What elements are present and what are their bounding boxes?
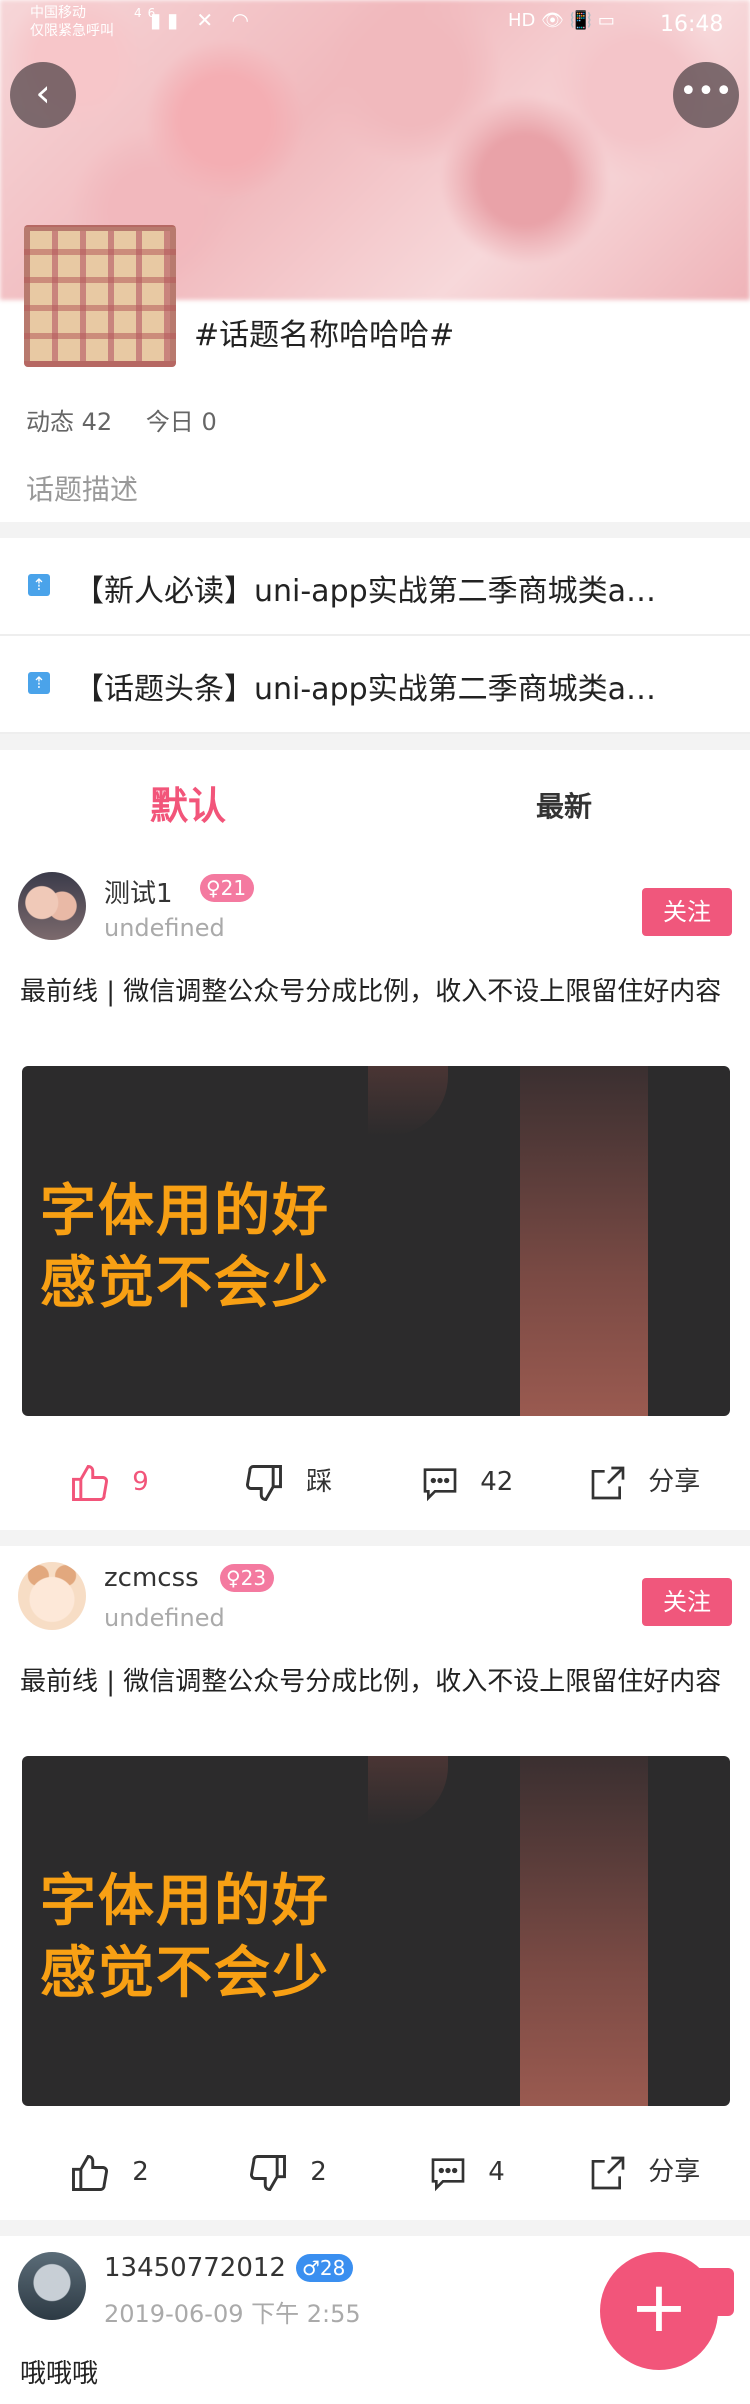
create-post-button[interactable]: +: [600, 2252, 718, 2370]
dislike-button[interactable]: 踩: [242, 1452, 332, 1512]
post-text[interactable]: 最前线 | 微信调整公众号分成比例，收入不设上限留住好内容: [20, 1658, 730, 1707]
avatar[interactable]: [18, 2252, 86, 2320]
thumbs-up-icon: [72, 1464, 108, 1501]
back-button[interactable]: ‹: [10, 62, 76, 128]
follow-button[interactable]: 关注: [642, 888, 732, 936]
post-image[interactable]: 字体用的好 感觉不会少: [22, 1066, 730, 1416]
comment-count: 4: [488, 2157, 505, 2187]
post-timestamp: 2019-06-09 下午 2:55: [104, 2300, 361, 2328]
post-subtitle: undefined: [104, 1604, 225, 1632]
gender-age-badge: ♂28: [296, 2254, 354, 2282]
image-decoration: [368, 1756, 448, 1826]
carrier-name: 中国移动: [30, 5, 86, 21]
gender-age-badge: ♀21: [200, 874, 255, 902]
divider: [0, 734, 750, 750]
thumbs-up-icon: [72, 2154, 108, 2191]
more-icon: •••: [679, 74, 733, 109]
notice-text: 【新人必读】uni-app实战第二季商城类a…: [74, 574, 657, 609]
image-caption-line: 感觉不会少: [40, 1251, 330, 1316]
topic-cover-image: [24, 225, 176, 367]
dislike-button[interactable]: 2: [246, 2142, 327, 2202]
post-subtitle: undefined: [104, 914, 225, 942]
share-button[interactable]: 分享: [588, 2142, 700, 2202]
share-label: 分享: [648, 1467, 701, 1497]
pin-icon: ⇡: [28, 574, 50, 596]
carrier-label: 中国移动 仅限紧急呼叫: [30, 4, 114, 40]
notice-item[interactable]: ⇡ 【新人必读】uni-app实战第二季商城类a…: [0, 538, 750, 636]
image-decoration: [368, 1066, 448, 1136]
thumbs-down-icon: [250, 2154, 286, 2191]
post-actions: 2 2 4 分享: [0, 2142, 750, 2202]
notice-item[interactable]: ⇡ 【话题头条】uni-app实战第二季商城类a…: [0, 636, 750, 734]
comment-icon: [431, 2157, 465, 2191]
status-right-icons: HD 👁 📳 ▭: [508, 10, 615, 31]
thumbs-down-icon: [246, 1464, 282, 1501]
image-decoration: [520, 1066, 648, 1416]
notice-text: 【话题头条】uni-app实战第二季商城类a…: [74, 672, 657, 707]
topic-title: #话题名称哈哈哈#: [194, 318, 455, 353]
pin-icon: ⇡: [28, 672, 50, 694]
dynamics-count: 动态 42: [26, 408, 113, 436]
avatar[interactable]: [18, 872, 86, 940]
share-label: 分享: [648, 2157, 701, 2187]
share-icon: [591, 2156, 625, 2189]
like-count: 9: [132, 1467, 149, 1497]
post-username[interactable]: 13450772012: [104, 2253, 286, 2283]
today-count: 今日 0: [145, 408, 217, 436]
image-caption-line: 感觉不会少: [40, 1941, 330, 2006]
dislike-count: 2: [310, 2157, 327, 2187]
post-actions: 9 踩 42 分享: [0, 1452, 750, 1512]
avatar[interactable]: [18, 1562, 86, 1630]
image-caption-line: 字体用的好: [40, 1179, 330, 1244]
divider: [0, 1530, 750, 1546]
divider: [0, 2220, 750, 2236]
share-button[interactable]: 分享: [588, 1452, 700, 1512]
like-count: 2: [132, 2157, 149, 2187]
topic-description: 话题描述: [26, 473, 139, 506]
follow-button[interactable]: 关注: [642, 1578, 732, 1626]
comment-icon: [423, 1467, 457, 1501]
dislike-label: 踩: [306, 1467, 333, 1497]
post-username[interactable]: zcmcss: [104, 1563, 199, 1593]
like-button[interactable]: 2: [68, 2142, 149, 2202]
divider: [0, 522, 750, 538]
signal-icon: ▮▮ ✕ ◠: [150, 8, 255, 32]
chevron-left-icon: ‹: [35, 71, 51, 115]
topic-stats: 动态 42 今日 0: [26, 402, 243, 437]
post-username[interactable]: 测试1: [104, 873, 173, 910]
comment-count: 42: [480, 1467, 514, 1497]
post-image[interactable]: 字体用的好 感觉不会少: [22, 1756, 730, 2106]
more-button[interactable]: •••: [673, 62, 739, 128]
image-caption-line: 字体用的好: [40, 1869, 330, 1934]
carrier-status: 仅限紧急呼叫: [30, 23, 114, 39]
tab-newest[interactable]: 最新: [536, 785, 592, 825]
status-bar: 中国移动 仅限紧急呼叫 46 ▮▮ ✕ ◠ HD 👁 📳 ▭ 16:48: [0, 0, 750, 48]
like-button[interactable]: 9: [68, 1452, 149, 1512]
share-icon: [591, 1466, 625, 1499]
comment-button[interactable]: 4: [428, 2142, 505, 2202]
comment-button[interactable]: 42: [420, 1452, 513, 1512]
clock: 16:48: [660, 12, 724, 37]
tab-default[interactable]: 默认: [150, 775, 226, 830]
image-decoration: [520, 1756, 648, 2106]
post-text[interactable]: 最前线 | 微信调整公众号分成比例，收入不设上限留住好内容: [20, 968, 730, 1017]
gender-age-badge: ♀23: [220, 1564, 275, 1592]
